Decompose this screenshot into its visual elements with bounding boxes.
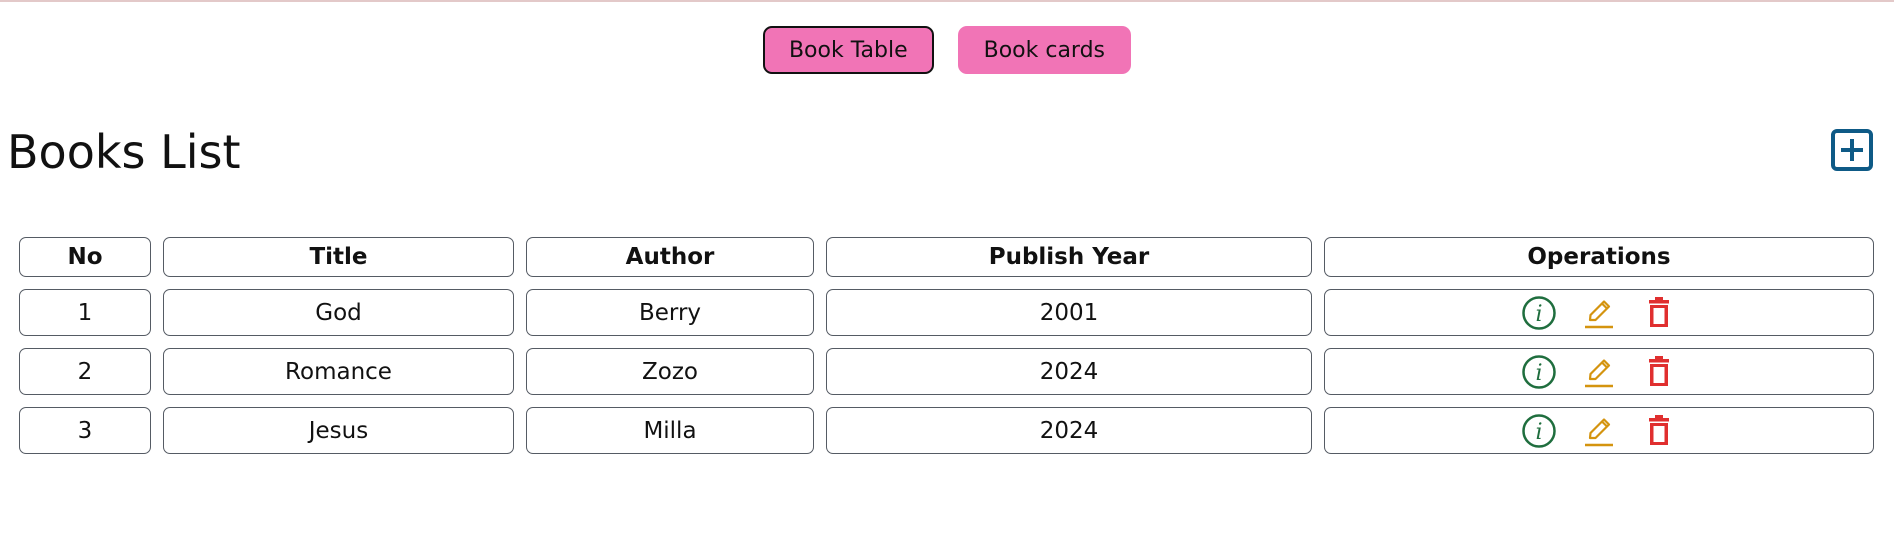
table-row: 3 Jesus Milla 2024 i: [19, 407, 1874, 454]
cell-title: Jesus: [163, 407, 514, 454]
book-cards-button[interactable]: Book cards: [957, 26, 1132, 74]
delete-icon[interactable]: [1641, 413, 1677, 449]
cell-no: 3: [19, 407, 151, 454]
cell-no: 1: [19, 289, 151, 336]
header-author: Author: [526, 237, 814, 277]
table-row: 1 God Berry 2001 i: [19, 289, 1874, 336]
header-operations: Operations: [1324, 237, 1874, 277]
cell-author: Zozo: [526, 348, 814, 395]
cell-no: 2: [19, 348, 151, 395]
header-title: Title: [163, 237, 514, 277]
cell-operations: i: [1324, 407, 1874, 454]
cell-publish-year: 2024: [826, 407, 1312, 454]
cell-operations: i: [1324, 289, 1874, 336]
delete-icon[interactable]: [1641, 354, 1677, 390]
view-toggle: Book Table Book cards: [0, 26, 1894, 74]
edit-icon[interactable]: [1581, 413, 1617, 449]
add-book-icon[interactable]: [1830, 128, 1874, 172]
edit-icon[interactable]: [1581, 295, 1617, 331]
cell-publish-year: 2024: [826, 348, 1312, 395]
books-table: No Title Author Publish Year Operations …: [7, 225, 1886, 466]
cell-publish-year: 2001: [826, 289, 1312, 336]
cell-title: God: [163, 289, 514, 336]
table-row: 2 Romance Zozo 2024 i: [19, 348, 1874, 395]
header-no: No: [19, 237, 151, 277]
info-icon[interactable]: i: [1521, 295, 1557, 331]
book-table-button[interactable]: Book Table: [762, 26, 934, 74]
cell-author: Berry: [526, 289, 814, 336]
delete-icon[interactable]: [1641, 295, 1677, 331]
cell-operations: i: [1324, 348, 1874, 395]
cell-title: Romance: [163, 348, 514, 395]
edit-icon[interactable]: [1581, 354, 1617, 390]
cell-author: Milla: [526, 407, 814, 454]
svg-text:i: i: [1535, 420, 1542, 445]
info-icon[interactable]: i: [1521, 354, 1557, 390]
header-publish-year: Publish Year: [826, 237, 1312, 277]
svg-text:i: i: [1535, 302, 1542, 327]
info-icon[interactable]: i: [1521, 413, 1557, 449]
top-divider: [0, 0, 1894, 2]
page-title: Books List: [7, 125, 241, 179]
svg-text:i: i: [1535, 361, 1542, 386]
table-header-row: No Title Author Publish Year Operations: [19, 237, 1874, 277]
